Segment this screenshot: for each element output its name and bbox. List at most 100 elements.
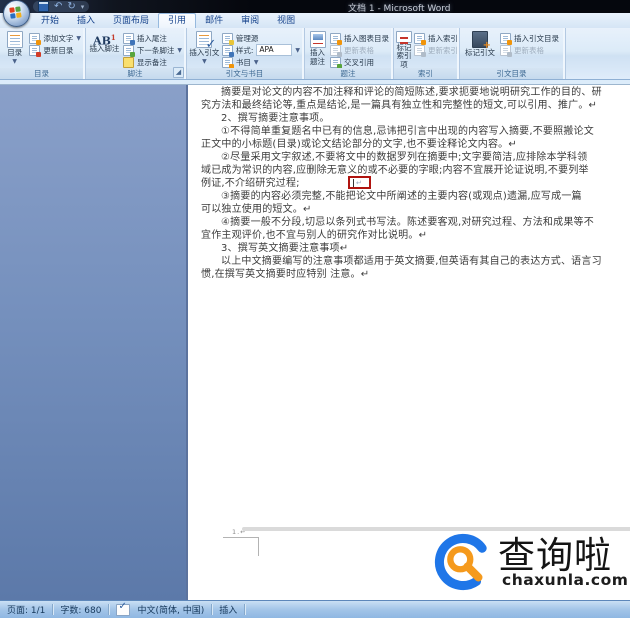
doc-line[interactable]: 例证,不介绍研究过程; xyxy=(201,177,616,190)
footnotes-dialog-launcher[interactable]: ◢ xyxy=(173,67,184,78)
insert-table-of-figures-icon xyxy=(330,32,342,45)
title-bar: 文档 1 - Microsoft Word xyxy=(0,0,630,14)
chaxunla-logo-icon xyxy=(434,533,492,591)
spellcheck-icon[interactable]: ✓ xyxy=(116,601,131,616)
insert-caption-button[interactable]: 插入题注 xyxy=(307,29,328,69)
document-page[interactable]: 摘要是对论文的内容不加注释和评论的简短陈述,要求扼要地说明研究工作的目的、研 究… xyxy=(186,85,630,600)
status-word-count[interactable]: 字数: 680 xyxy=(60,603,101,616)
group-captions: 插入题注 插入图表目录 更新表格 交叉引用 题注 xyxy=(305,28,394,79)
style-combo[interactable]: 样式: APA ▼ xyxy=(220,44,302,57)
status-language[interactable]: 中文(简体, 中国) xyxy=(137,603,204,616)
document-text[interactable]: 摘要是对论文的内容不加注释和评论的简短陈述,要求扼要地说明研究工作的目的、研 究… xyxy=(201,86,616,281)
chevron-down-icon: ▼ xyxy=(295,46,300,54)
doc-line[interactable]: ①不得简单重复题名中已有的信息,忌讳把引言中出现的内容写入摘要,不要照搬论文 xyxy=(201,125,616,138)
status-separator xyxy=(244,604,246,615)
group-label-toc: 目录 xyxy=(0,68,83,79)
doc-line[interactable]: ③摘要的内容必须完整,不能把论文中所阐述的主要内容(或观点)遗漏,应写成一篇 xyxy=(201,190,616,203)
group-table-of-authorities: + 标记引文 插入引文目录 更新表格 引文目录 xyxy=(460,28,566,79)
bibliography-button[interactable]: 书目 ▼ xyxy=(220,56,302,69)
mark-citation-icon: + xyxy=(472,31,491,51)
watermark-domain: chaxunla.com xyxy=(502,571,629,589)
tab-view[interactable]: 视图 xyxy=(268,14,304,28)
quick-access-toolbar: ↶ ↻ ▾ xyxy=(33,1,90,12)
add-text-icon xyxy=(29,32,42,45)
chevron-down-icon: ▼ xyxy=(12,57,17,65)
footnote-ab1-icon: AB1 xyxy=(93,33,116,48)
ribbon: 目录 ▼ 添加文字 ▼ 更新目录 目录 AB1 插入脚注 插入尾注 下一条脚注 … xyxy=(0,28,630,80)
tab-mailings[interactable]: 邮件 xyxy=(196,14,232,28)
insert-table-of-figures-button[interactable]: 插入图表目录 xyxy=(328,32,391,45)
tab-page-layout[interactable]: 页面布局 xyxy=(104,14,158,28)
group-index: 标记 索引项 插入索引 更新索引 索引 xyxy=(394,28,460,79)
style-value[interactable]: APA xyxy=(256,44,293,56)
status-bar: 页面: 1/1 字数: 680 ✓ 中文(简体, 中国) 插入 xyxy=(0,600,630,618)
tab-references[interactable]: 引用 xyxy=(158,13,197,28)
update-authorities-table-icon xyxy=(500,44,512,57)
group-table-of-contents: 目录 ▼ 添加文字 ▼ 更新目录 目录 xyxy=(0,28,86,79)
update-toc-icon xyxy=(29,44,42,57)
group-label-toa: 引文目录 xyxy=(460,68,563,79)
tab-review[interactable]: 审阅 xyxy=(232,14,268,28)
chevron-down-icon: ▼ xyxy=(253,58,259,66)
paragraph-mark: ↵ xyxy=(356,178,362,187)
toc-label: 目录 xyxy=(7,48,23,57)
group-footnotes: AB1 插入脚注 插入尾注 下一条脚注 ▼ 显示备注 脚注 ◢ xyxy=(86,28,187,79)
doc-line[interactable]: 惯,在撰写英文摘要时应特别 注意。↵ xyxy=(201,268,616,281)
doc-line[interactable]: ②尽量采用文字叙述,不要将文中的数据罗列在摘要中;文字要简洁,应排除本学科领 xyxy=(201,151,616,164)
doc-line[interactable]: 以上中文摘要编写的注意事项都适用于英文摘要,但英语有其自己的表达方式、语言习 xyxy=(201,255,616,268)
manage-sources-button[interactable]: 管理源 xyxy=(220,32,302,45)
insert-index-icon xyxy=(414,32,426,45)
chevron-down-icon: ▼ xyxy=(177,46,182,54)
tab-insert[interactable]: 插入 xyxy=(68,14,104,28)
save-icon[interactable] xyxy=(38,1,49,12)
insert-endnote-button[interactable]: 插入尾注 xyxy=(121,32,184,45)
group-label-footnotes: 脚注 xyxy=(86,68,184,79)
doc-line[interactable]: 可以独立使用的短文。↵ xyxy=(201,203,616,216)
toc-icon xyxy=(6,31,23,48)
doc-line[interactable]: 2、撰写摘要注意事项。 xyxy=(201,112,616,125)
style-icon xyxy=(221,44,234,57)
qat-customize-icon[interactable]: ▾ xyxy=(81,3,85,11)
status-insert-mode[interactable]: 插入 xyxy=(219,603,237,616)
ribbon-filler xyxy=(566,28,630,79)
undo-icon[interactable]: ↶ xyxy=(54,1,62,12)
redo-icon[interactable]: ↻ xyxy=(67,1,75,12)
chevron-down-icon: ▼ xyxy=(202,57,207,65)
insert-endnote-icon xyxy=(122,32,135,45)
group-label-citations: 引文与书目 xyxy=(187,68,302,79)
doc-line[interactable]: 3、撰写英文摘要注意事项↵ xyxy=(201,242,616,255)
doc-line[interactable]: 摘要是对论文的内容不加注释和评论的简短陈述,要求扼要地说明研究工作的目的、研 xyxy=(201,86,616,99)
mark-citation-button[interactable]: + 标记引文 xyxy=(462,29,498,69)
group-label-captions: 题注 xyxy=(305,68,391,79)
update-authorities-table-button: 更新表格 xyxy=(498,44,561,57)
document-area: 摘要是对论文的内容不加注释和评论的简短陈述,要求扼要地说明研究工作的目的、研 究… xyxy=(0,80,630,600)
doc-line[interactable]: 正文中的小标题(目录)或论文结论部分的文字,也不要诠释论文内容。↵ xyxy=(201,138,616,151)
status-separator xyxy=(52,604,54,615)
office-logo-icon xyxy=(9,6,23,20)
status-separator xyxy=(211,604,213,615)
toc-button[interactable]: 目录 ▼ xyxy=(2,29,27,69)
footer-boundary-mark xyxy=(258,537,259,556)
chevron-down-icon: ▼ xyxy=(76,34,81,42)
cross-reference-icon xyxy=(330,56,342,69)
update-toc-button[interactable]: 更新目录 xyxy=(27,44,83,57)
office-button[interactable] xyxy=(3,0,30,27)
insert-index-button[interactable]: 插入索引 xyxy=(412,32,460,45)
update-table-icon xyxy=(330,44,342,57)
next-footnote-button[interactable]: 下一条脚注 ▼ xyxy=(121,44,184,57)
status-page-count[interactable]: 页面: 1/1 xyxy=(7,603,45,616)
add-text-button[interactable]: 添加文字 ▼ xyxy=(27,32,83,45)
cross-reference-button[interactable]: 交叉引用 xyxy=(328,56,391,69)
mark-entry-button[interactable]: 标记 索引项 xyxy=(396,29,412,69)
update-index-icon xyxy=(414,44,426,57)
doc-line[interactable]: 究方法和最终结论等,重点是结论,是一篇具有独立性和完整性的短文,可以引用、推广。… xyxy=(201,99,616,112)
insert-citation-button[interactable]: ✓ 插入引文 ▼ xyxy=(189,29,220,69)
doc-line[interactable]: 域已成为常识的内容,应删除无意义的或不必要的字眼;内容不宜展开论证说明,不要列举 xyxy=(201,164,616,177)
doc-line[interactable]: 宜作主观评价,也不宜与别人的研究作对比说明。↵ xyxy=(201,229,616,242)
doc-line[interactable]: ④摘要一般不分段,切忌以条列式书写法。陈述要客观,对研究过程、方法和成果等不 xyxy=(201,216,616,229)
tab-home[interactable]: 开始 xyxy=(32,14,68,28)
insert-footnote-button[interactable]: AB1 插入脚注 xyxy=(88,29,121,69)
update-table-button: 更新表格 xyxy=(328,44,391,57)
insert-caption-icon xyxy=(309,31,326,48)
insert-table-of-authorities-button[interactable]: 插入引文目录 xyxy=(498,32,561,45)
